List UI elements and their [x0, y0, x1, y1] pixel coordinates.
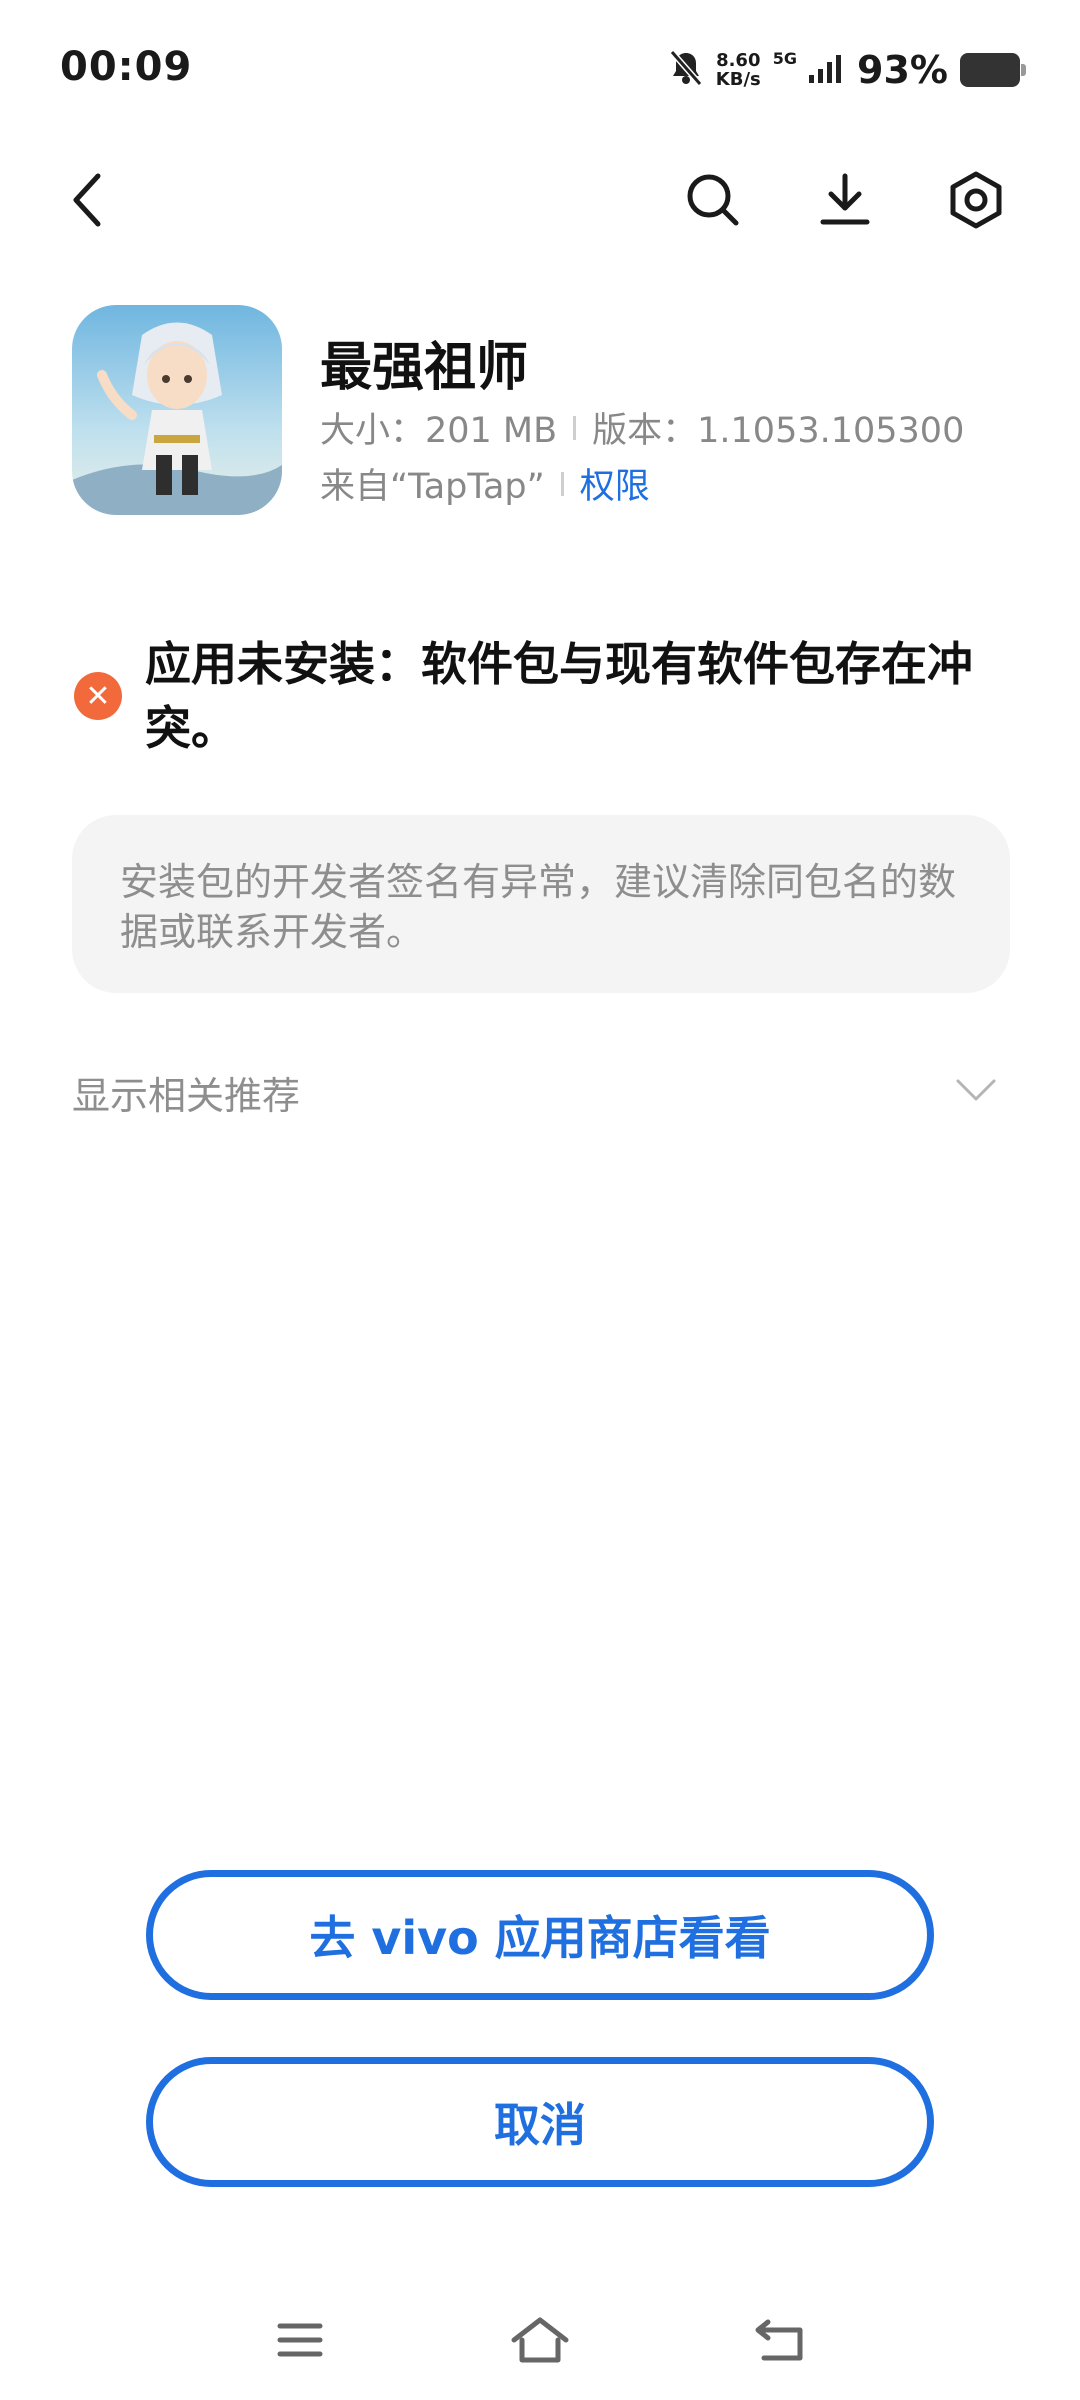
app-meta-source: 来自“TapTap” 权限 — [320, 458, 650, 509]
menu-icon[interactable] — [265, 2310, 335, 2370]
status-bar: 00:09 8.60 KB/s 5G 93% — [0, 0, 1080, 140]
open-app-store-button[interactable]: 去 vivo 应用商店看看 — [146, 1870, 934, 2000]
app-version: 版本：1.1053.105300 — [592, 411, 965, 451]
status-indicators: 8.60 KB/s 5G 93% — [668, 44, 1026, 96]
battery-icon — [960, 53, 1026, 87]
cancel-button[interactable]: 取消 — [146, 2057, 934, 2187]
search-icon[interactable] — [675, 162, 751, 238]
app-meta-size-version: 大小：201 MB 版本：1.1053.105300 — [320, 402, 964, 453]
bell-off-icon — [668, 49, 704, 91]
app-source: 来自“TapTap” — [320, 467, 545, 507]
download-icon[interactable] — [807, 162, 883, 238]
net-speed: 8.60 KB/s — [716, 51, 761, 89]
error-message: 应用未安装：软件包与现有软件包存在冲突。 — [145, 637, 973, 755]
app-size: 大小：201 MB — [320, 411, 558, 451]
error-x-icon: ✕ — [74, 672, 122, 720]
back-icon[interactable] — [50, 162, 126, 238]
tip-text: 安装包的开发者签名有异常，建议清除同包名的数据或联系开发者。 — [120, 860, 957, 954]
app-name: 最强祖师 — [320, 338, 529, 398]
net-speed-value: 8.60 — [716, 50, 761, 71]
net-speed-unit: KB/s — [715, 69, 761, 90]
signal-icon — [809, 53, 845, 87]
status-time: 00:09 — [60, 44, 193, 90]
app-icon — [72, 305, 282, 515]
chevron-down-icon — [954, 1077, 998, 1107]
meta-divider — [573, 415, 577, 440]
network-type: 5G — [772, 48, 798, 68]
top-toolbar — [0, 150, 1080, 250]
back-nav-icon[interactable] — [745, 2310, 815, 2370]
recommendations-label: 显示相关推荐 — [72, 1073, 301, 1118]
permissions-link[interactable]: 权限 — [580, 458, 650, 509]
home-icon[interactable] — [505, 2310, 575, 2370]
meta-divider — [560, 471, 564, 496]
settings-icon[interactable] — [938, 162, 1014, 238]
battery-percent: 93% — [857, 48, 948, 92]
system-nav-bar — [0, 2300, 1080, 2380]
installer-page: 00:09 8.60 KB/s 5G 93% 最强祖师 大小：201 MB 版本… — [0, 0, 1080, 2400]
tip-card: 安装包的开发者签名有异常，建议清除同包名的数据或联系开发者。 — [72, 815, 1010, 993]
recommendations-toggle[interactable]: 显示相关推荐 — [72, 1060, 1010, 1124]
